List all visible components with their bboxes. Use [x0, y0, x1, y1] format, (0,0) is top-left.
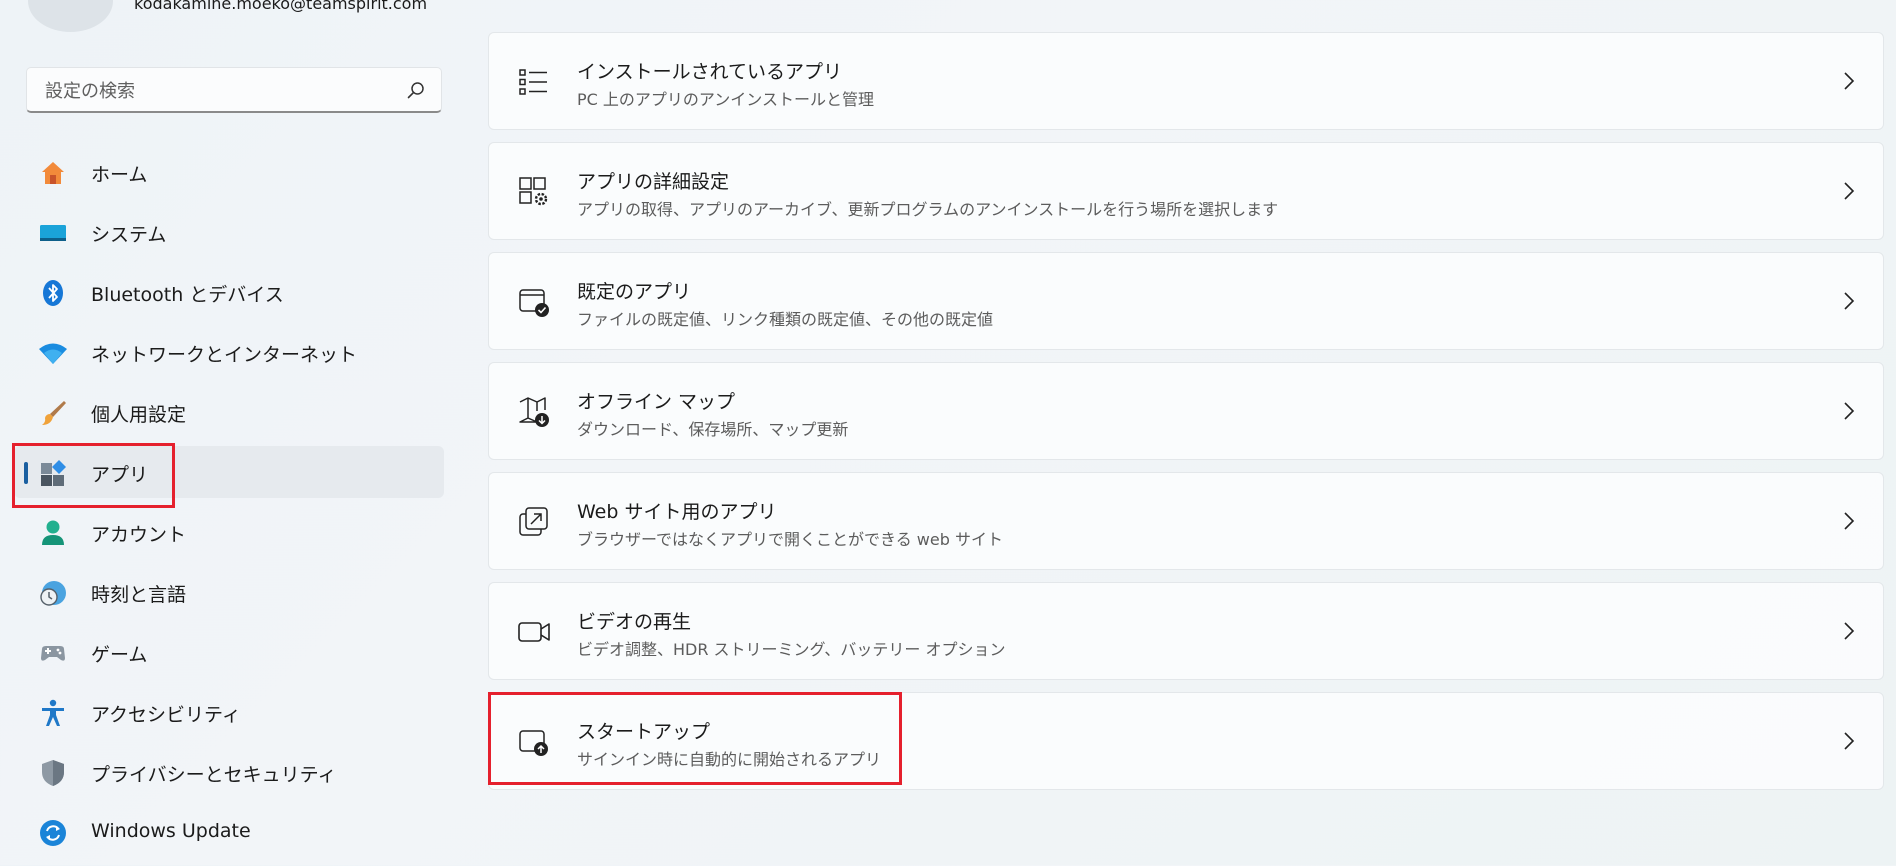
card-title: アプリの詳細設定	[577, 171, 730, 193]
sidebar-item-label: アクセシビリティ	[91, 704, 241, 726]
sidebar-item-label: 時刻と言語	[91, 584, 187, 606]
card-subtitle: PC 上のアプリのアンインストールと管理	[577, 90, 874, 109]
paintbrush-icon	[42, 401, 66, 425]
sidebar-item-privacy[interactable]: プライバシーとセキュリティ	[14, 746, 444, 798]
card-title: オフライン マップ	[577, 391, 736, 413]
sidebar-item-personalization[interactable]: 個人用設定	[14, 386, 444, 438]
sidebar-item-label: アカウント	[91, 524, 187, 546]
shield-icon	[42, 760, 64, 786]
card-subtitle: ファイルの既定値、リンク種類の既定値、その他の既定値	[577, 310, 994, 329]
apps-highlight-box	[12, 443, 175, 508]
chevron-right-icon	[1844, 292, 1855, 310]
wifi-icon	[39, 343, 67, 364]
card-title: Web サイト用のアプリ	[577, 501, 777, 523]
accessibility-icon	[42, 699, 64, 726]
open-external-icon	[519, 507, 548, 536]
video-camera-icon	[518, 622, 550, 642]
card-video-playback[interactable]: ビデオの再生 ビデオ調整、HDR ストリーミング、バッテリー オプション	[488, 582, 1884, 680]
offline-map-icon	[519, 397, 549, 427]
system-icon	[40, 225, 66, 241]
sidebar-item-gaming[interactable]: ゲーム	[14, 626, 444, 678]
search-input[interactable]	[43, 68, 407, 114]
sidebar-item-windows-update[interactable]: Windows Update	[14, 806, 444, 858]
list-icon	[519, 69, 547, 95]
chevron-right-icon	[1844, 732, 1855, 750]
card-title: インストールされているアプリ	[577, 61, 843, 83]
chevron-right-icon	[1844, 622, 1855, 640]
card-apps-for-websites[interactable]: Web サイト用のアプリ ブラウザーではなくアプリで開くことができる web サ…	[488, 472, 1884, 570]
card-advanced-app-settings[interactable]: アプリの詳細設定 アプリの取得、アプリのアーカイブ、更新プログラムのアンインスト…	[488, 142, 1884, 240]
app-settings-gear-icon	[519, 177, 548, 206]
sidebar-item-label: Windows Update	[91, 820, 251, 842]
chevron-right-icon	[1844, 512, 1855, 530]
user-email: kodakamine.moeko@teamspirit.com	[134, 0, 428, 13]
apps-settings-list: インストールされているアプリ PC 上のアプリのアンインストールと管理 アプリの…	[488, 32, 1884, 802]
time-language-icon	[40, 581, 66, 606]
account-icon	[42, 520, 64, 545]
sidebar-item-label: ゲーム	[91, 644, 148, 666]
chevron-right-icon	[1844, 182, 1855, 200]
sidebar-item-label: ホーム	[91, 164, 148, 186]
default-apps-check-icon	[519, 289, 549, 317]
chevron-right-icon	[1844, 402, 1855, 420]
sidebar-item-accessibility[interactable]: アクセシビリティ	[14, 686, 444, 738]
card-subtitle: アプリの取得、アプリのアーカイブ、更新プログラムのアンインストールを行う場所を選…	[577, 200, 1279, 219]
chevron-right-icon	[1844, 72, 1855, 90]
startup-highlight-box	[488, 692, 902, 785]
search-icon[interactable]	[407, 81, 425, 99]
card-installed-apps[interactable]: インストールされているアプリ PC 上のアプリのアンインストールと管理	[488, 32, 1884, 130]
sidebar-item-label: システム	[91, 224, 167, 246]
bluetooth-icon	[43, 280, 63, 306]
card-title: 既定のアプリ	[577, 281, 692, 303]
sidebar-item-accounts[interactable]: アカウント	[14, 506, 444, 558]
sidebar-item-network[interactable]: ネットワークとインターネット	[14, 326, 444, 378]
card-default-apps[interactable]: 既定のアプリ ファイルの既定値、リンク種類の既定値、その他の既定値	[488, 252, 1884, 350]
card-subtitle: ブラウザーではなくアプリで開くことができる web サイト	[577, 530, 1003, 549]
sidebar: kodakamine.moeko@teamspirit.com ホーム システム	[0, 0, 470, 865]
sidebar-item-label: 個人用設定	[91, 404, 187, 426]
card-title: ビデオの再生	[577, 611, 692, 633]
search-box[interactable]	[26, 67, 442, 114]
sidebar-item-system[interactable]: システム	[14, 206, 444, 258]
card-subtitle: ビデオ調整、HDR ストリーミング、バッテリー オプション	[577, 640, 1006, 659]
card-offline-maps[interactable]: オフライン マップ ダウンロード、保存場所、マップ更新	[488, 362, 1884, 460]
avatar[interactable]	[28, 0, 113, 32]
sidebar-item-home[interactable]: ホーム	[14, 146, 444, 198]
sidebar-item-label: ネットワークとインターネット	[91, 344, 358, 366]
sidebar-item-label: プライバシーとセキュリティ	[91, 764, 337, 786]
windows-update-icon	[40, 820, 66, 846]
gamepad-icon	[41, 646, 65, 661]
home-icon	[42, 162, 64, 184]
sidebar-item-label: Bluetooth とデバイス	[91, 284, 284, 306]
card-subtitle: ダウンロード、保存場所、マップ更新	[577, 420, 849, 439]
sidebar-item-bluetooth[interactable]: Bluetooth とデバイス	[14, 266, 444, 318]
sidebar-item-time-language[interactable]: 時刻と言語	[14, 566, 444, 618]
